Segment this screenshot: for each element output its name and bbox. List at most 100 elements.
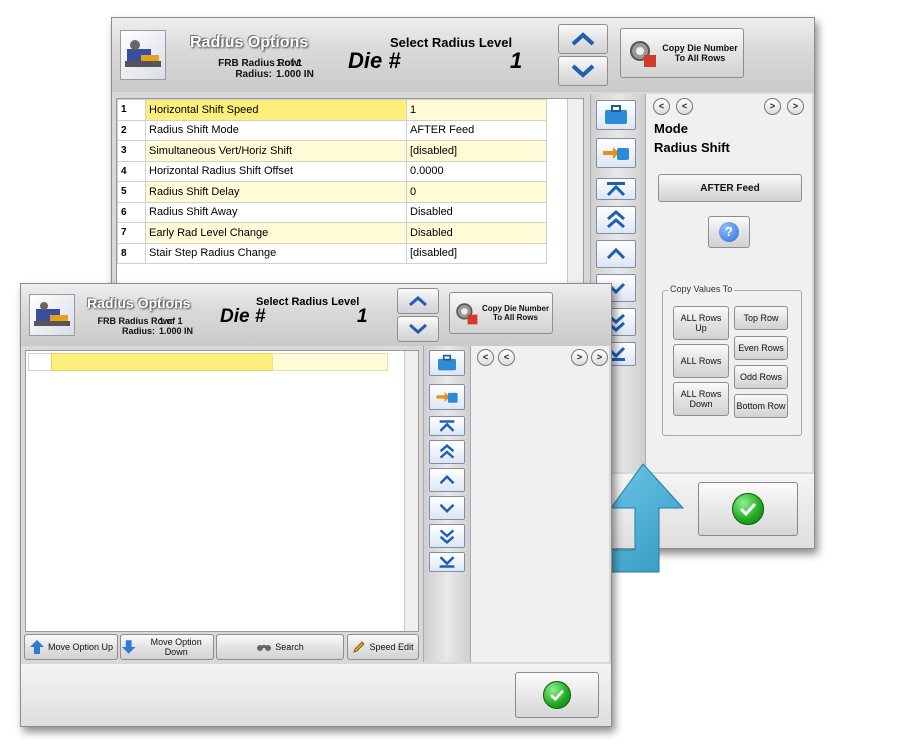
move-option-up-label: Move Option Up — [47, 642, 114, 652]
prev-field-button-2[interactable]: < — [676, 98, 693, 115]
move-option-up-button[interactable]: Move Option Up — [24, 634, 118, 660]
front-die-up-button[interactable] — [397, 288, 439, 314]
front-next-field-button[interactable]: > — [571, 349, 588, 366]
option-name[interactable]: Stair Step Radius Change — [145, 242, 407, 264]
front-window-title: Radius Options — [87, 295, 191, 311]
option-name[interactable]: Radius Shift Mode — [145, 119, 407, 141]
copy-top-row-button[interactable]: Top Row — [734, 306, 788, 330]
last-row-icon — [439, 556, 455, 568]
double-chevron-up-icon — [607, 210, 625, 229]
front-nav-page-down-button[interactable] — [429, 524, 465, 548]
table-row[interactable]: 8 Stair Step Radius Change [disabled] — [117, 242, 547, 264]
help-button[interactable]: ? — [708, 216, 750, 248]
front-app-logo — [29, 294, 75, 336]
option-name[interactable]: Early Rad Level Change — [145, 222, 407, 244]
table-row[interactable]: 5 Radius Shift Delay 0 — [117, 181, 547, 203]
option-name[interactable]: Simultaneous Vert/Horiz Shift — [145, 140, 407, 162]
front-ok-button[interactable] — [515, 672, 599, 718]
front-nav-top-button[interactable] — [429, 416, 465, 436]
copy-values-legend: Copy Values To — [668, 284, 735, 294]
front-die-down-button[interactable] — [397, 316, 439, 342]
front-open-toolbox-button[interactable] — [429, 350, 465, 376]
next-field-button[interactable]: > — [764, 98, 781, 115]
table-row[interactable]: 4 Horizontal Radius Shift Offset 0.0000 — [117, 160, 547, 182]
arrow-down-icon — [121, 640, 136, 654]
next-field-button-2[interactable]: > — [787, 98, 804, 115]
speed-edit-button[interactable]: Speed Edit — [347, 634, 419, 660]
prev-field-button[interactable]: < — [653, 98, 670, 115]
option-value[interactable]: 0 — [406, 181, 547, 203]
nav-up-button[interactable] — [596, 240, 636, 268]
gear-icon — [456, 303, 478, 325]
copy-even-rows-button[interactable]: Even Rows — [734, 336, 788, 360]
front-grid-selected-cell[interactable] — [51, 353, 273, 371]
front-nav-up-button[interactable] — [429, 468, 465, 492]
search-button[interactable]: Search — [216, 634, 344, 660]
table-row[interactable]: 1 Horizontal Shift Speed 1 — [117, 99, 547, 121]
front-next-field-button-2[interactable]: > — [591, 349, 608, 366]
insert-arrow-icon — [436, 392, 458, 403]
option-name[interactable]: Radius Shift Away — [145, 201, 407, 223]
chevron-up-icon — [439, 474, 455, 485]
row-index: 5 — [117, 181, 146, 203]
move-option-down-button[interactable]: Move Option Down — [120, 634, 214, 660]
table-row[interactable]: 7 Early Rad Level Change Disabled — [117, 222, 547, 244]
front-copy-die-number-button[interactable]: Copy Die Number To All Rows — [449, 292, 553, 334]
row-index: 6 — [117, 201, 146, 223]
copy-all-rows-down-button[interactable]: ALL Rows Down — [673, 382, 729, 416]
front-insert-button[interactable] — [429, 384, 465, 410]
open-toolbox-button[interactable] — [596, 100, 636, 130]
radius-label: Radius: — [235, 69, 272, 80]
option-value[interactable]: 1 — [406, 99, 547, 121]
option-name[interactable]: Horizontal Radius Shift Offset — [145, 160, 407, 182]
copy-bottom-row-button[interactable]: Bottom Row — [734, 394, 788, 418]
nav-page-up-button[interactable] — [596, 206, 636, 234]
option-name[interactable]: Radius Shift Delay — [145, 181, 407, 203]
die-label: Die # — [348, 48, 401, 73]
copy-odd-rows-button[interactable]: Odd Rows — [734, 365, 788, 389]
die-down-button[interactable] — [558, 56, 608, 86]
copy-all-rows-up-button[interactable]: ALL Rows Up — [673, 306, 729, 340]
value-select-button[interactable]: AFTER Feed — [658, 174, 802, 202]
option-value[interactable]: Disabled — [406, 201, 547, 223]
front-nav-bottom-button[interactable] — [429, 552, 465, 572]
front-copy-die-number-label: Copy Die Number To All Rows — [481, 304, 550, 322]
move-option-down-label: Move Option Down — [150, 637, 202, 657]
front-nav-page-up-button[interactable] — [429, 440, 465, 464]
insert-arrow-icon — [603, 147, 629, 160]
front-nav-down-button[interactable] — [429, 496, 465, 520]
ok-button[interactable] — [698, 482, 798, 536]
option-value[interactable]: [disabled] — [406, 140, 547, 162]
front-radius-label: Radius: — [121, 326, 155, 336]
front-die-label: Die # — [220, 306, 266, 327]
search-label: Search — [275, 642, 304, 652]
table-row[interactable]: 6 Radius Shift Away Disabled — [117, 201, 547, 223]
front-prev-field-button-2[interactable]: < — [498, 349, 515, 366]
front-grid-value-cell[interactable] — [272, 353, 388, 371]
front-detail-panel — [471, 346, 609, 662]
die-up-button[interactable] — [558, 24, 608, 54]
front-grid-scrollbar[interactable] — [404, 351, 418, 631]
front-grid-header-cell — [28, 353, 52, 371]
insert-button[interactable] — [596, 138, 636, 168]
option-name[interactable]: Horizontal Shift Speed — [145, 99, 407, 121]
front-options-grid — [25, 350, 419, 632]
select-radius-label: Select Radius Level — [390, 35, 513, 50]
table-row[interactable]: 3 Simultaneous Vert/Horiz Shift [disabled] — [117, 140, 547, 162]
chevron-down-icon — [409, 323, 427, 334]
copy-die-number-button[interactable]: Copy Die Number To All Rows — [620, 28, 744, 78]
option-value[interactable]: 0.0000 — [406, 160, 547, 182]
option-value[interactable]: Disabled — [406, 222, 547, 244]
table-row[interactable]: 2 Radius Shift Mode AFTER Feed — [117, 119, 547, 141]
die-value: 1 — [510, 48, 523, 73]
row-index: 1 — [117, 99, 146, 121]
front-prev-field-button[interactable]: < — [477, 349, 494, 366]
copy-all-rows-button[interactable]: ALL Rows — [673, 344, 729, 378]
question-icon: ? — [719, 222, 739, 242]
option-value[interactable]: [disabled] — [406, 242, 547, 264]
detail-heading-2: Radius Shift — [654, 140, 730, 155]
toolbox-icon — [438, 354, 456, 371]
options-table: 1 Horizontal Shift Speed 1 2 Radius Shift Mo… — [117, 99, 547, 264]
nav-top-button[interactable] — [596, 178, 636, 200]
option-value[interactable]: AFTER Feed — [406, 119, 547, 141]
